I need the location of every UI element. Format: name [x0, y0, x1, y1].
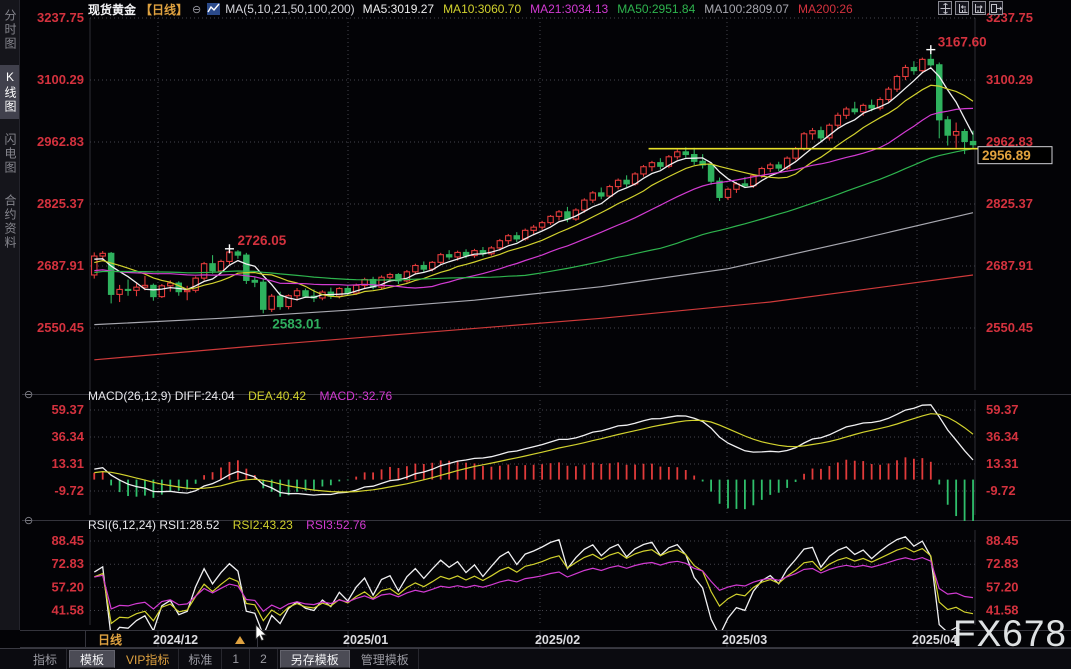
swing-low-label: 2583.01: [272, 316, 321, 331]
fx678-watermark: FX678: [952, 613, 1067, 654]
bottom-toolbar: 指标 模板 VIP指标 标准 1 2 另存模板 管理模板: [0, 648, 1071, 669]
svg-text:36.34: 36.34: [986, 429, 1019, 444]
rsi-collapse-icon[interactable]: ⊖: [24, 515, 36, 527]
crosshair-move-icon[interactable]: [938, 1, 952, 15]
trading-app: { "ui": {"collapse_icon": "⊖"}, "header"…: [0, 0, 1071, 669]
svg-text:88.45: 88.45: [51, 533, 84, 548]
time-axis-row: 日线: [20, 630, 1071, 648]
period-selector[interactable]: 日线: [85, 631, 258, 648]
svg-text:59.37: 59.37: [986, 402, 1019, 417]
macd-collapse-icon[interactable]: ⊖: [24, 389, 36, 401]
macd-header: MACD(26,12,9) DIFF:24.04 DEA:40.42 MACD:…: [88, 389, 402, 403]
ma100-value: MA100:2809.07: [704, 2, 789, 16]
chart-pan-right-icon[interactable]: [972, 1, 986, 15]
tab-manage-templates[interactable]: 管理模板: [352, 649, 419, 669]
svg-text:72.83: 72.83: [986, 556, 1019, 571]
ma200-value: MA200:26: [797, 2, 853, 16]
prev-high-label: 2726.05: [237, 233, 286, 248]
left-sidebar: 分时图 K线图 闪电图 合约资料: [0, 0, 20, 630]
tab-template-1[interactable]: 1: [222, 649, 251, 669]
svg-text:57.20: 57.20: [986, 579, 1019, 594]
svg-text:2687.91: 2687.91: [37, 258, 84, 273]
svg-text:88.45: 88.45: [986, 533, 1019, 548]
svg-text:13.31: 13.31: [986, 456, 1019, 471]
ma10-value: MA10:3060.70: [443, 2, 522, 16]
collapse-icon[interactable]: ⊖: [192, 3, 201, 16]
all-time-high-label: 3167.60: [938, 35, 987, 50]
svg-text:2687.91: 2687.91: [986, 258, 1033, 273]
ma21-value: MA21:3034.13: [530, 2, 609, 16]
tab-standard[interactable]: 标准: [179, 649, 223, 669]
svg-text:3100.29: 3100.29: [986, 72, 1033, 87]
rsi3-label: RSI3:52.76: [306, 518, 367, 532]
svg-text:41.58: 41.58: [51, 603, 84, 618]
period-tag: 【日线】: [140, 2, 189, 17]
tab-template-2[interactable]: 2: [250, 649, 278, 669]
svg-text:59.37: 59.37: [51, 402, 84, 417]
svg-text:-9.72: -9.72: [54, 483, 84, 498]
ma5-value: MA5:3019.27: [362, 2, 435, 16]
period-label: 日线: [98, 633, 123, 647]
macd-diff-label: MACD(26,12,9) DIFF:24.04: [88, 389, 235, 403]
ma50-value: MA50:2951.84: [617, 2, 696, 16]
svg-text:-9.72: -9.72: [986, 483, 1016, 498]
svg-text:72.83: 72.83: [51, 556, 84, 571]
macd-hist-label: MACD:-32.76: [319, 389, 393, 403]
chart-canvas[interactable]: 3237.75 3237.753100.29 3100.292962.83 2962.…: [0, 0, 1071, 669]
svg-text:2550.45: 2550.45: [37, 320, 84, 335]
ma-indicator-icon: [207, 3, 221, 15]
sidebar-tab-kline-chart[interactable]: K线图: [0, 65, 19, 119]
tab-indicators[interactable]: 指标: [24, 649, 68, 669]
svg-text:13.31: 13.31: [51, 456, 84, 471]
svg-text:3100.29: 3100.29: [37, 72, 84, 87]
chart-pan-left-icon[interactable]: [955, 1, 969, 15]
period-expand-icon: [235, 635, 245, 644]
expand-panel-icon[interactable]: [989, 1, 1003, 15]
svg-text:2962.83: 2962.83: [37, 134, 84, 149]
svg-text:2550.45: 2550.45: [986, 320, 1033, 335]
sidebar-tab-contract-info[interactable]: 合约资料: [0, 189, 19, 255]
svg-text:2825.37: 2825.37: [986, 196, 1033, 211]
tab-templates[interactable]: 模板: [69, 650, 116, 668]
tab-save-template[interactable]: 另存模板: [279, 650, 350, 668]
tab-vip-indicators[interactable]: VIP指标: [117, 649, 180, 669]
sidebar-tab-time-chart[interactable]: 分时图: [0, 4, 19, 56]
rsi-header: RSI(6,12,24) RSI1:28.52 RSI2:43.23 RSI3:…: [88, 518, 376, 532]
last-price-value: 2956.89: [982, 148, 1031, 163]
svg-text:57.20: 57.20: [51, 579, 84, 594]
chart-toolbar-icons: [938, 1, 1003, 15]
rsi2-label: RSI2:43.23: [232, 518, 293, 532]
svg-text:36.34: 36.34: [51, 429, 84, 444]
ma-settings-label: MA(5,10,21,50,100,200): [225, 2, 355, 16]
symbol-name: 现货黄金: [88, 2, 137, 17]
rsi1-label: RSI(6,12,24) RSI1:28.52: [88, 518, 220, 532]
sidebar-tab-lightning-chart[interactable]: 闪电图: [0, 128, 19, 180]
macd-dea-label: DEA:40.42: [248, 389, 307, 403]
svg-text:2825.37: 2825.37: [37, 196, 84, 211]
chart-header: 现货黄金 【日线】 ⊖ MA(5,10,21,50,100,200) MA5:3…: [20, 0, 1071, 18]
